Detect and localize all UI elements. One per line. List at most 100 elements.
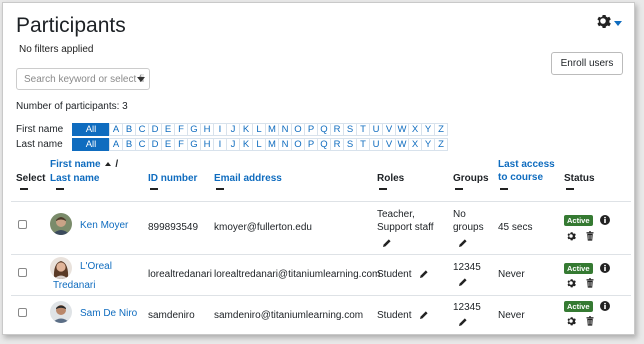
last-name-initial-letter[interactable]: R: [330, 138, 344, 151]
first-name-initial-letter[interactable]: K: [239, 123, 253, 136]
last-name-initial-letter[interactable]: K: [239, 138, 253, 151]
first-name-initial-letter[interactable]: Z: [434, 123, 448, 136]
sort-email-link[interactable]: Email address: [214, 172, 282, 185]
column-collapse-id[interactable]: [150, 188, 158, 190]
column-collapse-email[interactable]: [216, 188, 224, 190]
first-name-initial-letter[interactable]: X: [408, 123, 422, 136]
last-name-initial-letter[interactable]: M: [265, 138, 279, 151]
last-name-initial-letter[interactable]: X: [408, 138, 422, 151]
user-name-link-line-2[interactable]: Tredanari: [53, 279, 95, 292]
first-name-initial-letter[interactable]: O: [291, 123, 305, 136]
last-name-initial-letter[interactable]: E: [161, 138, 175, 151]
first-name-initial-letter[interactable]: F: [174, 123, 188, 136]
id-number: lorealtredanari: [148, 269, 212, 280]
pencil-icon[interactable]: [458, 238, 468, 248]
avatar[interactable]: [50, 257, 72, 279]
last-name-initial-letter[interactable]: D: [148, 138, 162, 151]
first-name-initial-all[interactable]: All: [72, 123, 110, 136]
last-name-initial-letter[interactable]: A: [109, 138, 123, 151]
first-name-initial-letter[interactable]: S: [343, 123, 357, 136]
first-name-initial-letter[interactable]: V: [382, 123, 396, 136]
sort-first-name-link[interactable]: First name: [50, 159, 101, 170]
last-name-initial-all[interactable]: All: [72, 138, 110, 151]
pencil-icon[interactable]: [458, 317, 468, 327]
column-collapse-select[interactable]: [20, 188, 28, 190]
user-name-link[interactable]: Sam De Niro: [80, 307, 137, 320]
gear-icon: [595, 13, 611, 34]
first-name-initial-letter[interactable]: L: [252, 123, 266, 136]
sort-last-name-link[interactable]: Last name: [50, 172, 99, 185]
trash-icon[interactable]: [585, 231, 595, 241]
last-name-initial-letter[interactable]: Z: [434, 138, 448, 151]
first-name-initial-letter[interactable]: D: [148, 123, 162, 136]
first-name-initial-letter[interactable]: J: [226, 123, 240, 136]
search-filter-input[interactable]: Search keyword or select fi: [16, 68, 150, 90]
last-name-initial-letter[interactable]: S: [343, 138, 357, 151]
select-row-checkbox[interactable]: [18, 308, 27, 317]
first-name-initial-letter[interactable]: E: [161, 123, 175, 136]
last-name-initial-letter[interactable]: T: [356, 138, 370, 151]
first-name-initial-letter[interactable]: U: [369, 123, 383, 136]
last-name-initial-letter[interactable]: Y: [421, 138, 435, 151]
column-first-name-header: First name /: [50, 158, 118, 171]
avatar[interactable]: [50, 213, 72, 235]
last-name-initial-letter[interactable]: P: [304, 138, 318, 151]
participants-panel: Participants No filters applied Enroll u…: [2, 2, 635, 335]
first-name-initial-letter[interactable]: B: [122, 123, 136, 136]
last-name-initial-letter[interactable]: B: [122, 138, 136, 151]
column-collapse-status[interactable]: [566, 188, 574, 190]
pencil-icon[interactable]: [382, 238, 392, 248]
gear-icon[interactable]: [566, 316, 576, 326]
last-name-initial-letter[interactable]: O: [291, 138, 305, 151]
first-name-initial-letter[interactable]: R: [330, 123, 344, 136]
sort-id-number-link[interactable]: ID number: [148, 172, 197, 185]
last-name-initial-letter[interactable]: W: [395, 138, 409, 151]
column-collapse-last-access[interactable]: [500, 188, 508, 190]
last-name-initial-letter[interactable]: I: [213, 138, 227, 151]
enroll-users-button[interactable]: Enroll users: [551, 52, 623, 75]
user-name-link[interactable]: Ken Moyer: [80, 219, 128, 232]
last-name-initial-letter[interactable]: C: [135, 138, 149, 151]
last-name-initial-letter[interactable]: L: [252, 138, 266, 151]
first-name-initial-letter[interactable]: A: [109, 123, 123, 136]
first-name-initial-letter[interactable]: W: [395, 123, 409, 136]
gear-icon[interactable]: [566, 278, 576, 288]
last-name-initial-letter[interactable]: H: [200, 138, 214, 151]
user-name-link[interactable]: L'Oreal: [80, 260, 112, 273]
first-name-initial-letter[interactable]: Q: [317, 123, 331, 136]
column-collapse-name[interactable]: [56, 188, 64, 190]
first-name-initial-letter[interactable]: T: [356, 123, 370, 136]
first-name-initial-letter[interactable]: P: [304, 123, 318, 136]
sort-last-access-link[interactable]: Last access to course: [498, 158, 555, 184]
first-name-initial-letter[interactable]: Y: [421, 123, 435, 136]
dropdown-arrow-icon: [137, 77, 145, 82]
trash-icon[interactable]: [585, 278, 595, 288]
settings-menu-button[interactable]: [595, 13, 629, 33]
select-row-checkbox[interactable]: [18, 268, 27, 277]
first-name-initial-letter[interactable]: M: [265, 123, 279, 136]
pencil-icon[interactable]: [458, 277, 468, 287]
last-name-initial-letter[interactable]: V: [382, 138, 396, 151]
info-icon[interactable]: [600, 263, 610, 273]
avatar[interactable]: [50, 301, 72, 323]
info-icon[interactable]: [600, 215, 610, 225]
last-name-initial-letter[interactable]: J: [226, 138, 240, 151]
first-name-initial-letter[interactable]: N: [278, 123, 292, 136]
trash-icon[interactable]: [585, 316, 595, 326]
last-name-initial-letter[interactable]: G: [187, 138, 201, 151]
first-name-initial-letter[interactable]: C: [135, 123, 149, 136]
info-icon[interactable]: [600, 301, 610, 311]
select-row-checkbox[interactable]: [18, 220, 27, 229]
pencil-icon[interactable]: [419, 269, 429, 279]
first-name-initial-letter[interactable]: G: [187, 123, 201, 136]
gear-icon[interactable]: [566, 231, 576, 241]
column-collapse-groups[interactable]: [455, 188, 463, 190]
first-name-initial-letter[interactable]: I: [213, 123, 227, 136]
column-collapse-roles[interactable]: [379, 188, 387, 190]
pencil-icon[interactable]: [419, 310, 429, 320]
last-name-initial-letter[interactable]: F: [174, 138, 188, 151]
first-name-initial-letter[interactable]: H: [200, 123, 214, 136]
last-name-initial-letter[interactable]: Q: [317, 138, 331, 151]
last-name-initial-letter[interactable]: U: [369, 138, 383, 151]
last-name-initial-letter[interactable]: N: [278, 138, 292, 151]
